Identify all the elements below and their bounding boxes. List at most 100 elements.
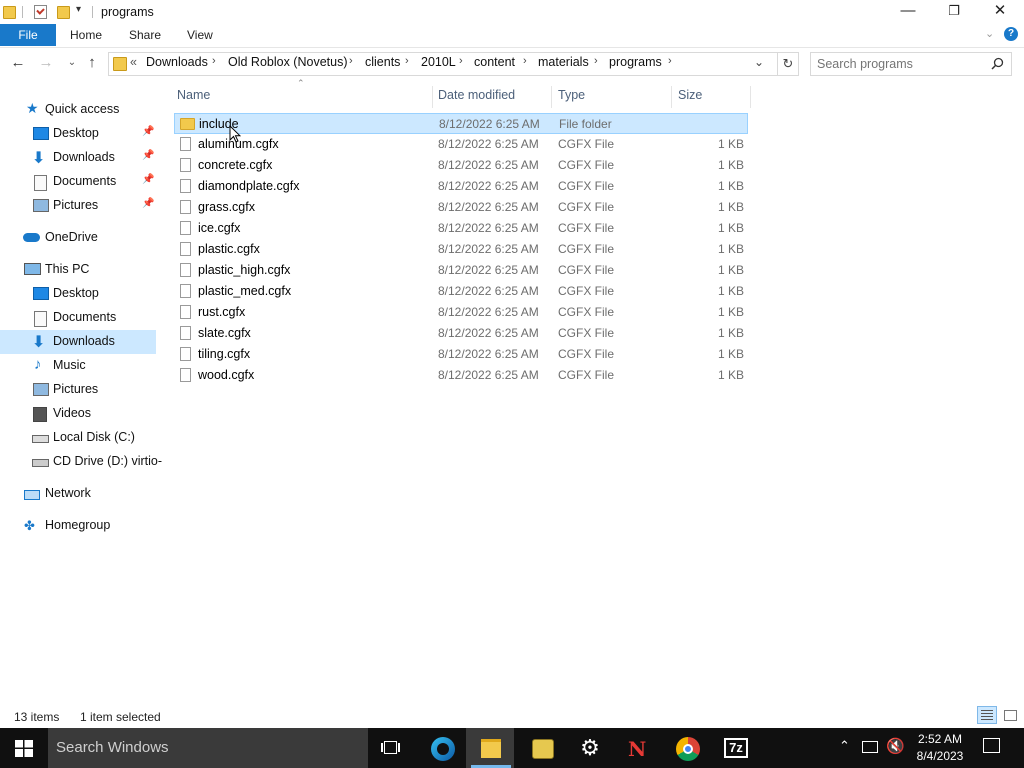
nav-pc-desktop[interactable]: Desktop [0,282,156,306]
file-row[interactable]: plastic_med.cgfx 8/12/2022 6:25 AM CGFX … [174,281,748,302]
settings-gear-icon[interactable]: ⚙ [566,728,614,768]
minimize-button[interactable]: — [885,0,931,24]
help-icon[interactable]: ? [1004,27,1018,41]
nav-quick-downloads[interactable]: ⬇ Downloads 📌 [0,146,156,170]
nav-pc-documents[interactable]: Documents [0,306,156,330]
refresh-button[interactable]: ↻ [778,52,799,76]
details-view-button[interactable] [977,706,997,724]
breadcrumb-chevron[interactable]: › [523,55,527,67]
search-box[interactable] [810,52,1012,76]
nav-network[interactable]: Network [0,482,156,506]
file-row[interactable]: grass.cgfx 8/12/2022 6:25 AM CGFX File 1… [174,197,748,218]
task-view-button[interactable] [368,728,416,768]
7zip-icon[interactable]: 7z [712,728,760,768]
file-row[interactable]: slate.cgfx 8/12/2022 6:25 AM CGFX File 1… [174,323,748,344]
nav-pc-downloads[interactable]: ⬇ Downloads [0,330,156,354]
tab-view[interactable]: View [187,24,213,46]
column-header-type[interactable]: Type [558,87,585,109]
nav-quick-access[interactable]: ★ Quick access [0,98,156,122]
nav-pc-cd-drive[interactable]: CD Drive (D:) virtio- [0,450,162,474]
column-divider[interactable] [671,86,672,108]
file-tab[interactable]: File [0,24,56,46]
file-row[interactable]: concrete.cgfx 8/12/2022 6:25 AM CGFX Fil… [174,155,748,176]
file-row[interactable]: wood.cgfx 8/12/2022 6:25 AM CGFX File 1 … [174,365,748,386]
column-header-size[interactable]: Size [678,87,702,109]
properties-icon[interactable] [34,5,47,19]
column-divider[interactable] [551,86,552,108]
breadcrumb-chevron[interactable]: › [212,55,216,67]
pin-icon[interactable]: 📌 [142,174,154,185]
qat-dropdown-icon[interactable]: ▾ [76,4,81,15]
large-icons-view-button[interactable] [1000,706,1020,724]
taskbar-search[interactable]: Search Windows [48,728,368,768]
separator [92,6,93,18]
search-input[interactable] [817,55,987,73]
nav-this-pc[interactable]: This PC [0,258,156,282]
file-row[interactable]: tiling.cgfx 8/12/2022 6:25 AM CGFX File … [174,344,748,365]
breadcrumb-downloads[interactable]: Downloads [146,55,208,69]
pin-icon[interactable]: 📌 [142,126,154,137]
breadcrumb-novetus[interactable]: Old Roblox (Novetus) [228,55,348,69]
column-divider[interactable] [432,86,433,108]
app-icon[interactable] [518,728,566,768]
file-row-folder[interactable]: include 8/12/2022 6:25 AM File folder [174,113,748,134]
breadcrumb-content[interactable]: content [474,55,515,69]
nav-homegroup[interactable]: ✤ Homegroup [0,514,156,538]
novetus-icon[interactable]: N [614,728,662,768]
taskbar-search-input[interactable]: Search Windows [56,739,169,756]
column-header-date[interactable]: Date modified [438,87,515,109]
search-icon[interactable] [991,57,1004,70]
up-button[interactable]: ↑ [82,52,102,74]
tray-overflow-icon[interactable]: ⌃ [839,738,850,754]
file-row[interactable]: rust.cgfx 8/12/2022 6:25 AM CGFX File 1 … [174,302,748,323]
breadcrumb-2010l[interactable]: 2010L [421,55,456,69]
forward-button[interactable]: → [36,52,56,74]
expand-ribbon-icon[interactable]: ⌄ [985,27,994,40]
nav-pc-pictures[interactable]: Pictures [0,378,156,402]
nav-pc-music[interactable]: ♪ Music [0,354,156,378]
breadcrumb-chevron[interactable]: › [349,55,353,67]
tab-share[interactable]: Share [129,24,161,46]
breadcrumb-chevron[interactable]: › [668,55,672,67]
file-explorer-icon[interactable] [466,728,514,768]
file-row[interactable]: plastic.cgfx 8/12/2022 6:25 AM CGFX File… [174,239,748,260]
column-divider[interactable] [750,86,751,108]
network-tray-icon[interactable] [862,741,878,753]
column-header-name[interactable]: Name [177,87,210,109]
file-row[interactable]: plastic_high.cgfx 8/12/2022 6:25 AM CGFX… [174,260,748,281]
new-folder-icon[interactable] [57,6,70,19]
pin-icon[interactable]: 📌 [142,150,154,161]
chrome-icon[interactable] [664,728,712,768]
recent-locations-icon[interactable]: ⌄ [62,52,82,74]
back-button[interactable]: ← [8,52,28,74]
file-row[interactable]: ice.cgfx 8/12/2022 6:25 AM CGFX File 1 K… [174,218,748,239]
windows-start-icon[interactable] [15,740,33,757]
clock-time[interactable]: 2:52 AM [910,732,970,746]
breadcrumb-materials[interactable]: materials [538,55,589,69]
breadcrumb-clients[interactable]: clients [365,55,400,69]
breadcrumb-chevron[interactable]: › [459,55,463,67]
nav-quick-documents[interactable]: Documents 📌 [0,170,156,194]
close-button[interactable]: ✕ [977,0,1023,24]
nav-quick-pictures[interactable]: Pictures 📌 [0,194,156,218]
tab-home[interactable]: Home [70,24,102,46]
selection-count: 1 item selected [80,710,161,724]
volume-muted-icon[interactable]: 🔇 [886,737,905,755]
nav-pc-videos[interactable]: Videos [0,402,156,426]
nav-onedrive[interactable]: OneDrive [0,226,156,250]
file-row[interactable]: aluminum.cgfx 8/12/2022 6:25 AM CGFX Fil… [174,134,748,155]
file-icon [180,284,191,298]
file-row[interactable]: diamondplate.cgfx 8/12/2022 6:25 AM CGFX… [174,176,748,197]
breadcrumb-overflow[interactable]: « [130,55,137,69]
notifications-icon[interactable] [983,738,1000,753]
maximize-button[interactable]: ❐ [931,0,977,24]
nav-pc-local-disk[interactable]: Local Disk (C:) [0,426,156,450]
breadcrumb-chevron[interactable]: › [594,55,598,67]
pin-icon[interactable]: 📌 [142,198,154,209]
nav-quick-desktop[interactable]: Desktop 📌 [0,122,156,146]
clock-date[interactable]: 8/4/2023 [910,749,970,763]
breadcrumb-programs[interactable]: programs [609,55,662,69]
edge-icon[interactable] [418,728,466,768]
breadcrumb-chevron[interactable]: › [405,55,409,67]
address-dropdown-icon[interactable]: ⌄ [754,55,764,69]
